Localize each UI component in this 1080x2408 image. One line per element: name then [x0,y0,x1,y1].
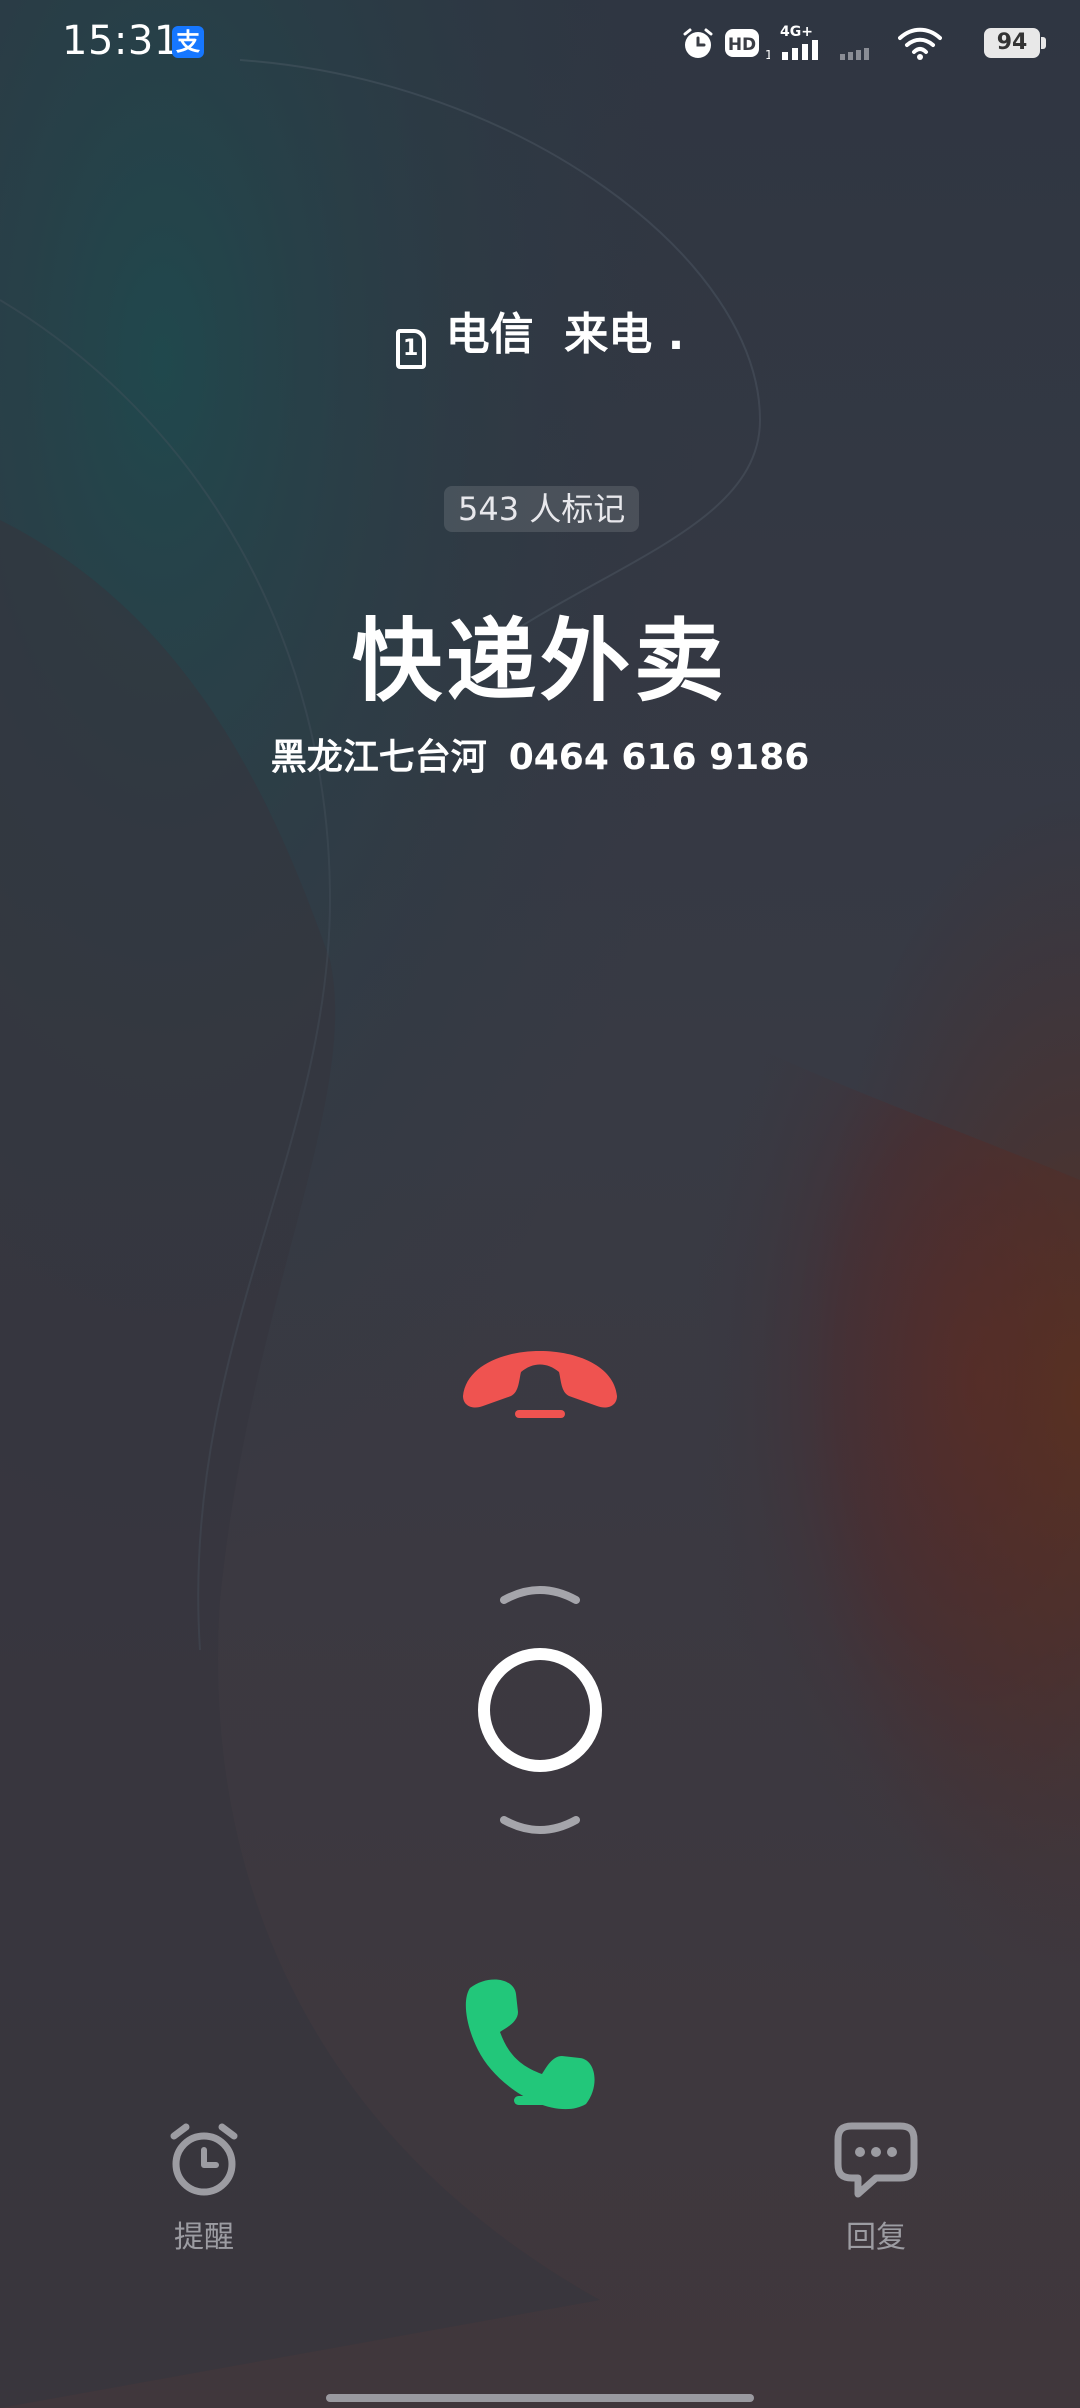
status-icons: HD 1 4G+ 94 [680,22,1046,66]
alipay-icon: 支 [172,26,204,58]
caller-location: 黑龙江七台河 [270,737,487,778]
reply-label: 回复 [846,2220,906,2255]
caller-name: 快递外卖 [352,609,728,714]
remind-button[interactable]: 提醒 [144,2120,264,2256]
alarm-icon [683,28,713,58]
answer-call-icon[interactable] [458,1970,618,2120]
status-bar: 15:31 支 HD 1 4G+ 94 [0,0,1080,90]
answer-slider-handle[interactable] [470,1580,610,1840]
marked-count-badge: 543 人标记 [444,486,640,532]
svg-text:1: 1 [765,48,770,62]
message-icon [834,2122,918,2198]
sim-card-icon: 1 [395,329,426,369]
battery-icon: 94 [984,28,1040,58]
home-indicator[interactable] [326,2394,754,2402]
battery-cap [1041,37,1046,49]
status-time: 15:31 [62,18,180,64]
reply-button[interactable]: 回复 [816,2120,936,2256]
signal-4g-icon: 4G+ [780,24,818,60]
call-status: 来电 . [564,309,685,360]
wifi-icon [898,27,942,60]
decline-call-icon[interactable] [455,1320,625,1430]
hd-volte-icon: HD 1 [725,29,770,62]
caller-number: 0464 616 9186 [508,737,810,778]
svg-text:HD: HD [728,35,756,55]
signal-sim2-icon [840,48,869,60]
carrier-name: 电信 [445,309,534,360]
remind-label: 提醒 [174,2220,234,2255]
carrier-row: 1 电信 来电 . [0,298,1080,369]
alarm-clock-icon [170,2123,238,2196]
svg-text:4G+: 4G+ [780,24,813,40]
caller-info: 黑龙江七台河 0464 616 9186 [0,728,1080,780]
